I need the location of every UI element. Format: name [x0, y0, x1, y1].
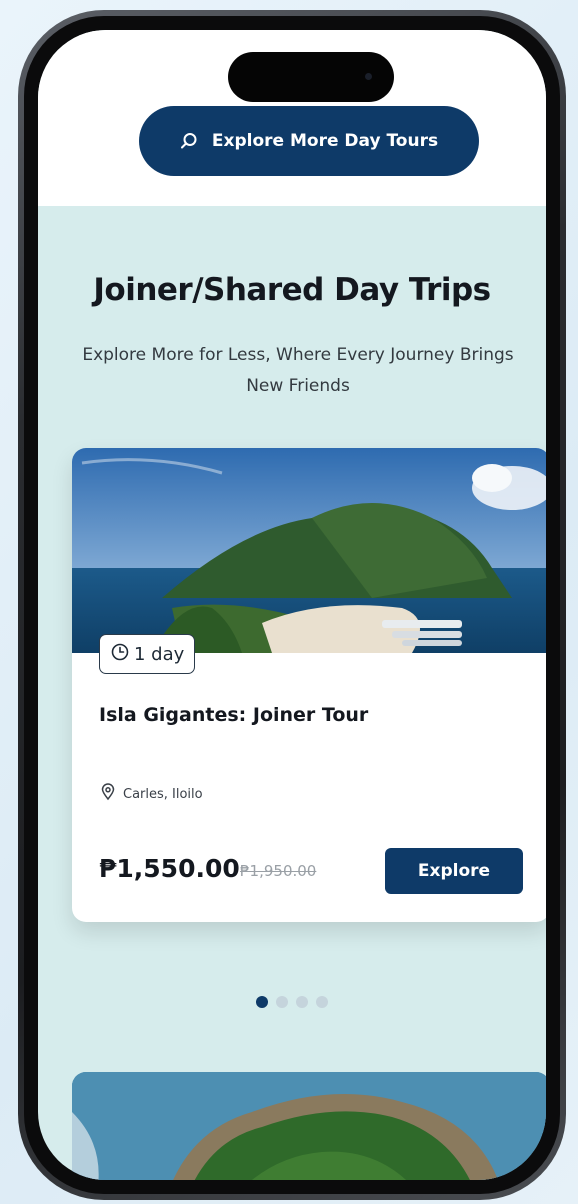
tour-title[interactable]: Isla Gigantes: Joiner Tour [99, 704, 368, 726]
tour-card[interactable]: 1 day Isla Gigantes: Joiner Tour Carles,… [72, 448, 546, 922]
explore-button[interactable]: Explore [385, 848, 523, 894]
carousel-dot[interactable] [316, 996, 328, 1008]
carousel-dots [38, 996, 546, 1008]
section-subtitle: Explore More for Less, Where Every Journ… [82, 345, 514, 396]
search-icon [180, 132, 198, 150]
section-title: Joiner/Shared Day Trips [93, 272, 491, 308]
carousel-dot[interactable] [296, 996, 308, 1008]
location-pin-icon [99, 783, 117, 805]
duration-badge: 1 day [99, 634, 196, 674]
tour-image[interactable] [72, 448, 546, 653]
carousel-dot[interactable] [256, 996, 268, 1008]
clock-icon [110, 642, 130, 667]
carousel-dot[interactable] [276, 996, 288, 1008]
phone-frame: Explore More Day Tours Joiner/Shared Day… [18, 10, 566, 1200]
screen: Explore More Day Tours Joiner/Shared Day… [38, 30, 546, 1180]
location-label: Carles, Iloilo [123, 786, 203, 802]
explore-day-tours-button[interactable]: Explore More Day Tours [139, 106, 479, 176]
tour-location: Carles, Iloilo [99, 783, 203, 805]
current-price: ₱1,550.00 [99, 854, 240, 883]
next-tour-card[interactable] [72, 1072, 546, 1180]
dynamic-island [228, 52, 394, 102]
original-price: ₱1,950.00 [240, 862, 317, 880]
duration-label: 1 day [134, 643, 185, 665]
next-tour-image[interactable] [72, 1072, 546, 1180]
search-button-label: Explore More Day Tours [211, 131, 439, 151]
phone-bezel: Explore More Day Tours Joiner/Shared Day… [24, 16, 560, 1194]
